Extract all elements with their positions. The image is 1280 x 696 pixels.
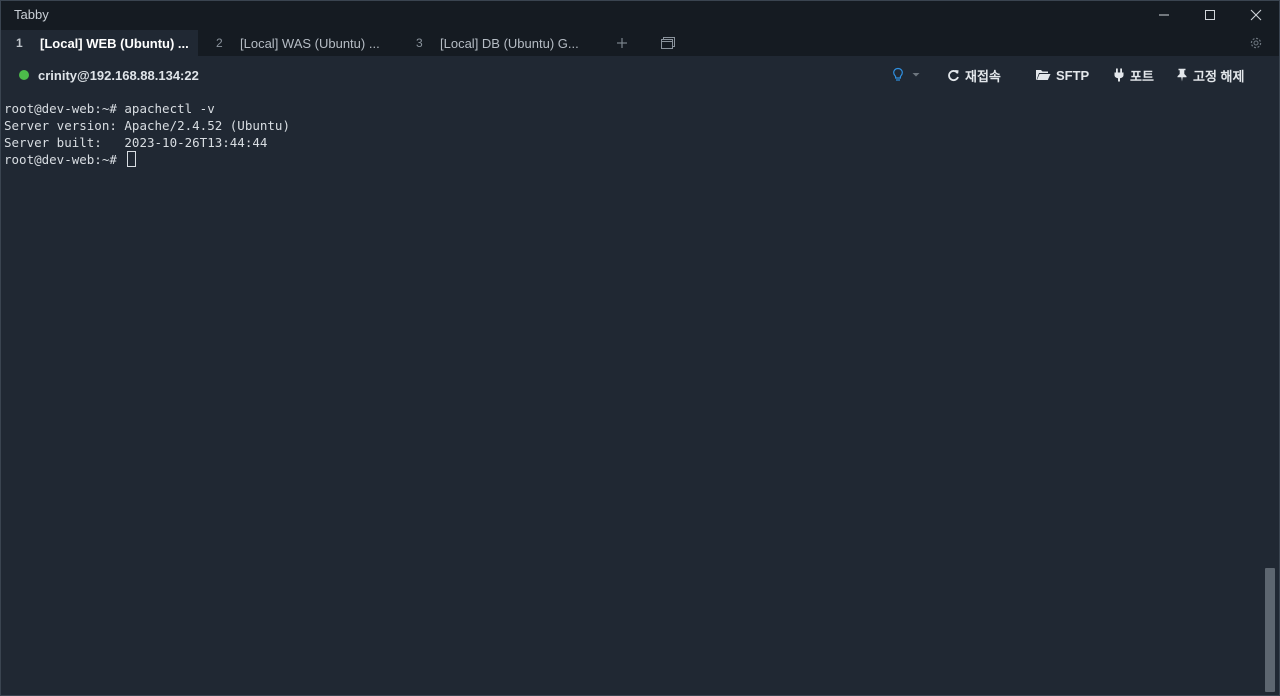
tab-web[interactable]: 1 [Local] WEB (Ubuntu) ... xyxy=(0,30,198,56)
terminal-output[interactable]: root@dev-web:~# apachectl -v Server vers… xyxy=(0,94,1262,696)
tab-db[interactable]: 3 [Local] DB (Ubuntu) G... xyxy=(400,30,598,56)
tab-label: [Local] WEB (Ubuntu) ... xyxy=(40,35,189,51)
scrollbar-thumb[interactable] xyxy=(1265,568,1275,692)
profiles-button[interactable] xyxy=(654,30,682,56)
tabby-window: Tabby 1 [Local] WEB (Ubuntu) ... 2 [Loca… xyxy=(0,0,1280,696)
tab-number: 2 xyxy=(216,36,223,50)
terminal-line: Server built: 2023-10-26T13:44:44 xyxy=(4,135,268,150)
terminal-line: root@dev-web:~# apachectl -v xyxy=(4,101,215,116)
terminal-prompt: root@dev-web:~# xyxy=(4,152,125,167)
terminal-scrollbar[interactable] xyxy=(1262,94,1280,696)
thumbtack-icon xyxy=(1177,68,1187,82)
lightbulb-icon xyxy=(893,67,903,81)
session-toolbar: crinity@192.168.88.134:22 재접속 SFTP 포트 고정… xyxy=(0,56,1280,94)
reconnect-label: 재접속 xyxy=(965,68,1001,84)
chevron-down-icon xyxy=(912,73,920,77)
maximize-button[interactable] xyxy=(1187,0,1233,30)
unpin-button[interactable]: 고정 해제 xyxy=(1176,66,1244,84)
tab-was[interactable]: 2 [Local] WAS (Ubuntu) ... xyxy=(200,30,398,56)
settings-button[interactable] xyxy=(1242,30,1270,56)
folder-open-icon xyxy=(1036,70,1051,80)
terminal-prompt-line: root@dev-web:~# xyxy=(4,151,137,168)
tab-label: [Local] WAS (Ubuntu) ... xyxy=(240,35,380,51)
session-host: crinity@192.168.88.134:22 xyxy=(38,68,199,83)
title-bar[interactable]: Tabby xyxy=(0,0,1280,30)
minimize-button[interactable] xyxy=(1141,0,1187,30)
maximize-icon xyxy=(1205,10,1215,20)
plus-icon xyxy=(617,38,627,48)
close-button[interactable] xyxy=(1233,0,1279,30)
ports-button[interactable]: 포트 xyxy=(1113,66,1154,84)
layout-icon xyxy=(661,37,675,49)
tab-bar: 1 [Local] WEB (Ubuntu) ... 2 [Local] WAS… xyxy=(0,30,1280,56)
color-scheme-button[interactable] xyxy=(892,66,925,84)
minimize-icon xyxy=(1159,14,1169,16)
unpin-label: 고정 해제 xyxy=(1193,68,1245,84)
reconnect-button[interactable]: 재접속 xyxy=(947,66,1001,84)
sftp-label: SFTP xyxy=(1056,67,1090,83)
refresh-icon xyxy=(948,69,959,81)
terminal-line: Server version: Apache/2.4.52 (Ubuntu) xyxy=(4,118,290,133)
tab-number: 3 xyxy=(416,36,423,50)
ports-label: 포트 xyxy=(1130,68,1154,84)
tab-label: [Local] DB (Ubuntu) G... xyxy=(440,35,579,51)
plug-icon xyxy=(1114,68,1124,82)
gear-icon xyxy=(1250,37,1262,49)
tab-number: 1 xyxy=(16,36,23,50)
connection-status-icon xyxy=(19,70,29,80)
close-icon xyxy=(1250,9,1262,21)
app-title: Tabby xyxy=(14,7,49,22)
new-tab-button[interactable] xyxy=(608,30,636,56)
sftp-button[interactable]: SFTP xyxy=(1035,66,1089,84)
terminal-cursor xyxy=(127,151,137,167)
